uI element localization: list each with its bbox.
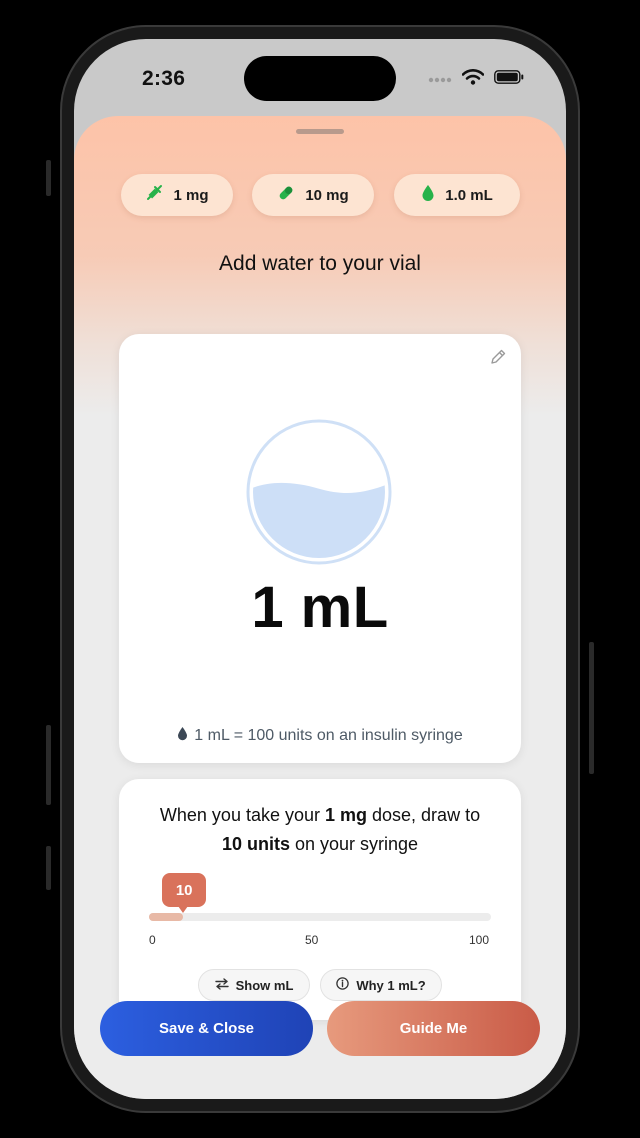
wifi-icon — [461, 69, 485, 90]
vial-fill-graphic — [246, 419, 392, 565]
units-slider-value-badge[interactable]: 10 — [162, 873, 207, 913]
instruction-text: dose, draw to — [367, 805, 481, 825]
units-slider-track[interactable] — [149, 913, 491, 921]
pill-icon — [277, 184, 295, 206]
status-icons — [428, 69, 524, 90]
instruction-text: When you take your — [159, 805, 325, 825]
slider-tick-max: 100 — [469, 933, 490, 947]
dose-card: When you take your 1 mg dose, draw to 10… — [119, 779, 521, 1020]
cellular-signal-icon — [428, 71, 452, 89]
why-1ml-label: Why 1 mL? — [356, 977, 426, 993]
show-ml-button[interactable]: Show mL — [198, 969, 310, 1001]
units-slider-fill — [149, 913, 184, 921]
dose-pill[interactable]: 1 mg — [121, 174, 233, 216]
vial-strength-pill[interactable]: 10 mg — [252, 174, 374, 216]
vial-strength-label: 10 mg — [305, 186, 349, 204]
instruction-dose: 1 mg — [325, 805, 368, 825]
drop-icon — [421, 184, 435, 206]
pencil-icon[interactable] — [489, 348, 507, 371]
syringe-icon — [145, 184, 163, 206]
drop-icon — [177, 726, 188, 746]
water-amount: 1 mL — [251, 575, 389, 640]
dose-instruction: When you take your 1 mg dose, draw to 10… — [119, 801, 521, 859]
status-time: 2:36 — [142, 67, 186, 90]
dynamic-island — [244, 56, 396, 101]
info-icon — [336, 977, 350, 993]
vial-card: 1 mL 1 mL = 100 units on an insulin syri… — [119, 334, 521, 763]
save-close-button[interactable]: Save & Close — [100, 1001, 313, 1056]
power-button — [589, 642, 594, 774]
instruction-text: on your syringe — [289, 834, 419, 854]
battery-icon — [494, 70, 524, 89]
why-1ml-button[interactable]: Why 1 mL? — [320, 969, 442, 1001]
guide-me-button[interactable]: Guide Me — [327, 1001, 540, 1056]
conversion-note: 1 mL = 100 units on an insulin syringe — [119, 726, 521, 746]
page-title: Add water to your vial — [219, 252, 421, 275]
slider-tick-min: 0 — [149, 933, 156, 947]
water-volume-pill[interactable]: 1.0 mL — [394, 174, 520, 216]
volume-down-button — [46, 846, 51, 890]
bottom-sheet: 1 mg 10 mg 1.0 mL Add water to your vial — [74, 116, 566, 1099]
conversion-text: 1 mL = 100 units on an insulin syringe — [194, 727, 463, 744]
status-bar: 2:36 — [74, 39, 566, 119]
instruction-units: 10 units — [221, 834, 290, 854]
silent-switch — [46, 160, 51, 196]
dose-pill-label: 1 mg — [173, 186, 209, 204]
volume-up-button — [46, 725, 51, 805]
sheet-grabber[interactable] — [296, 129, 344, 134]
show-ml-label: Show mL — [235, 977, 294, 993]
screen: 2:36 1 mg 10 mg 1.0 mL Add water to your… — [74, 39, 566, 1099]
swap-arrows-icon — [214, 977, 229, 993]
slider-tick-mid: 50 — [305, 933, 319, 947]
water-volume-label: 1.0 mL — [445, 186, 493, 204]
